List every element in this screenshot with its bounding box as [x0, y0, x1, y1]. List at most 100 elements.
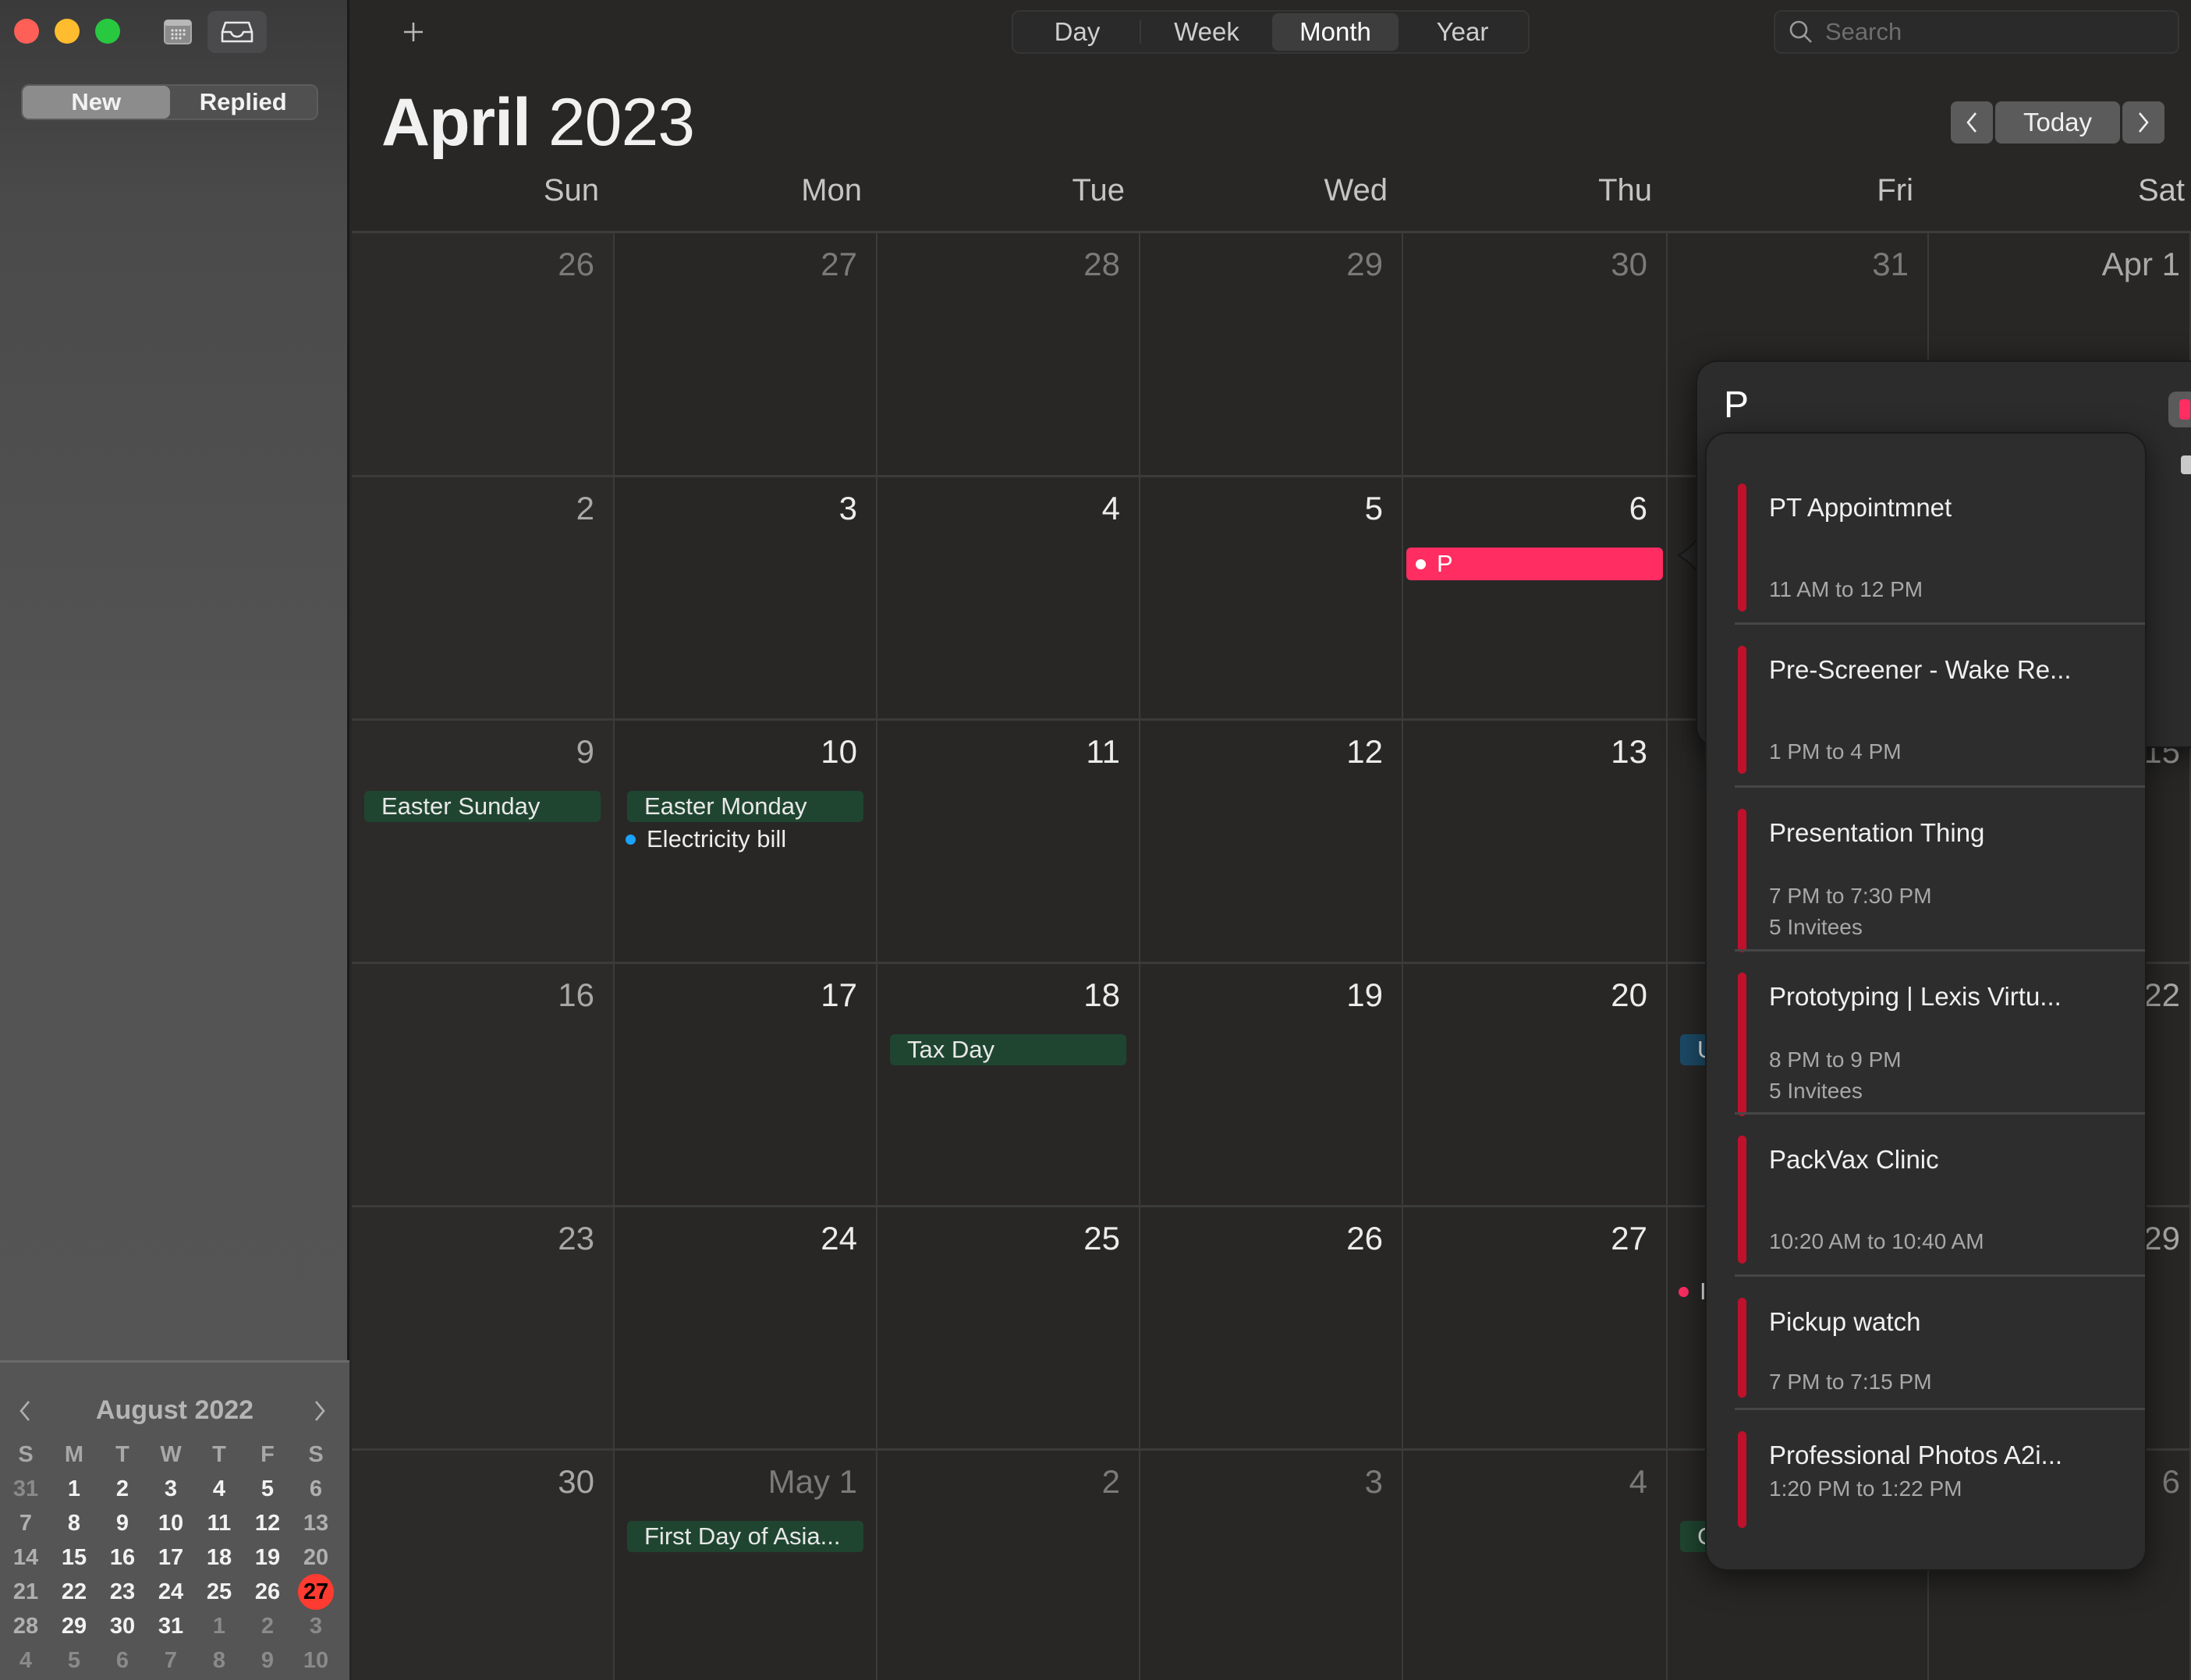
day-cell[interactable]: 6P	[1403, 477, 1668, 721]
day-cell[interactable]: 16	[352, 964, 615, 1207]
calendar-list-button[interactable]	[148, 11, 207, 53]
view-tab-day[interactable]: Day	[1015, 13, 1140, 51]
selected-new-event[interactable]: P	[1406, 548, 1663, 580]
day-cell[interactable]: 30	[352, 1451, 615, 1680]
day-cell[interactable]: 26	[352, 233, 615, 477]
segment-new[interactable]: New	[23, 86, 170, 119]
all-day-event[interactable]: Easter Monday	[627, 791, 863, 822]
day-cell[interactable]: 18 Tax Day	[877, 964, 1140, 1207]
mini-calendar-day[interactable]: 5	[243, 1472, 292, 1506]
mini-calendar-day[interactable]: 8	[50, 1506, 98, 1540]
mini-calendar-day[interactable]: 1	[195, 1609, 243, 1643]
day-cell[interactable]: 23	[352, 1207, 615, 1451]
mini-calendar-day[interactable]: 6	[98, 1643, 147, 1678]
day-cell[interactable]: 3	[1140, 1451, 1403, 1680]
mini-calendar-day[interactable]: 29	[50, 1609, 98, 1643]
mini-calendar-day[interactable]: 19	[243, 1540, 292, 1575]
event-title-input[interactable]	[1724, 384, 1958, 427]
all-day-event[interactable]: Tax Day	[890, 1034, 1126, 1065]
event-title-field[interactable]	[1724, 384, 1958, 427]
mini-calendar-day[interactable]: 30	[98, 1609, 147, 1643]
day-cell[interactable]: 29	[1140, 233, 1403, 477]
day-cell[interactable]: 17	[615, 964, 877, 1207]
day-cell[interactable]: 10 Easter Monday Electricity bill	[615, 721, 877, 964]
mini-calendar-day[interactable]: 4	[2, 1643, 50, 1678]
mini-calendar-next-button[interactable]	[304, 1394, 335, 1428]
mini-calendar-day[interactable]: 11	[195, 1506, 243, 1540]
all-day-event[interactable]: Easter Sunday	[364, 791, 601, 822]
view-tab-year[interactable]: Year	[1399, 13, 1526, 51]
mini-calendar-day[interactable]: 16	[98, 1540, 147, 1575]
mini-calendar-day[interactable]: 2	[243, 1609, 292, 1643]
mini-calendar-day[interactable]: 24	[147, 1575, 195, 1609]
event-suggestion[interactable]: Presentation Thing 7 PM to 7:30 PM 5 Invit…	[1735, 809, 2145, 952]
day-cell[interactable]: 20	[1403, 964, 1668, 1207]
day-cell[interactable]: 11	[877, 721, 1140, 964]
mini-calendar-day[interactable]: 8	[195, 1643, 243, 1678]
mini-calendar-day[interactable]: 6	[292, 1472, 340, 1506]
calendar-color-picker[interactable]	[2168, 392, 2191, 427]
event-suggestion[interactable]: Pre-Screener - Wake Re... 1 PM to 4 PM	[1735, 646, 2145, 774]
event-suggestion[interactable]: Professional Photos A2i... 1:20 PM to 1:2…	[1735, 1431, 2145, 1528]
mini-calendar-day[interactable]: 1	[50, 1472, 98, 1506]
day-cell[interactable]: 2	[877, 1451, 1140, 1680]
day-cell[interactable]: 3	[615, 477, 877, 721]
mini-calendar-day[interactable]: 25	[195, 1575, 243, 1609]
day-cell[interactable]: 19	[1140, 964, 1403, 1207]
mini-calendar-day[interactable]: 10	[147, 1506, 195, 1540]
mini-calendar-day[interactable]: 7	[2, 1506, 50, 1540]
add-event-button[interactable]	[394, 14, 433, 50]
mini-calendar-day[interactable]: 15	[50, 1540, 98, 1575]
mini-calendar-day[interactable]: 4	[195, 1472, 243, 1506]
mini-calendar-day[interactable]: 2	[98, 1472, 147, 1506]
mini-calendar-day[interactable]: 22	[50, 1575, 98, 1609]
day-cell[interactable]: 5	[1140, 477, 1403, 721]
day-cell[interactable]: 2	[352, 477, 615, 721]
mini-calendar-day[interactable]: 23	[98, 1575, 147, 1609]
mini-calendar-day[interactable]: 9	[243, 1643, 292, 1678]
segment-replied[interactable]: Replied	[170, 86, 317, 119]
mini-calendar-day[interactable]: 26	[243, 1575, 292, 1609]
view-tab-week[interactable]: Week	[1141, 13, 1272, 51]
day-cell[interactable]: 25	[877, 1207, 1140, 1451]
event-suggestion[interactable]: PT Appointmnet 11 AM to 12 PM	[1735, 484, 2145, 611]
inbox-button[interactable]	[207, 11, 267, 53]
next-month-button[interactable]	[2122, 101, 2164, 144]
search-field[interactable]	[1774, 10, 2179, 54]
window-close-button[interactable]	[14, 19, 39, 44]
mini-calendar-day[interactable]: 14	[2, 1540, 50, 1575]
mini-calendar-day[interactable]: 31	[2, 1472, 50, 1506]
day-cell[interactable]: 9 Easter Sunday	[352, 721, 615, 964]
mini-calendar-day[interactable]: 28	[2, 1609, 50, 1643]
mini-calendar-day[interactable]: 13	[292, 1506, 340, 1540]
timed-event[interactable]: Electricity bill	[624, 825, 868, 853]
mini-calendar-day[interactable]: 10	[292, 1643, 340, 1678]
popover-checkbox[interactable]	[2181, 455, 2191, 474]
day-cell[interactable]: 26	[1140, 1207, 1403, 1451]
day-cell[interactable]: 27	[615, 233, 877, 477]
mini-calendar-day[interactable]: 3	[292, 1609, 340, 1643]
view-tab-month[interactable]: Month	[1272, 13, 1399, 51]
day-cell[interactable]: 4	[1403, 1451, 1668, 1680]
mini-calendar-day[interactable]: 3	[147, 1472, 195, 1506]
day-cell[interactable]: 13	[1403, 721, 1668, 964]
today-button[interactable]: Today	[1995, 101, 2120, 144]
mini-calendar-day[interactable]: 20	[292, 1540, 340, 1575]
mini-calendar-day[interactable]: 17	[147, 1540, 195, 1575]
mini-calendar-day[interactable]: 9	[98, 1506, 147, 1540]
mini-calendar-day[interactable]: 18	[195, 1540, 243, 1575]
mini-calendar-day[interactable]: 12	[243, 1506, 292, 1540]
day-cell[interactable]: 4	[877, 477, 1140, 721]
mini-calendar-today[interactable]: 27	[292, 1574, 340, 1610]
previous-month-button[interactable]	[1951, 101, 1993, 144]
window-minimize-button[interactable]	[55, 19, 80, 44]
search-input[interactable]	[1825, 18, 2153, 46]
mini-calendar-day[interactable]: 7	[147, 1643, 195, 1678]
day-cell[interactable]: 28	[877, 233, 1140, 477]
window-zoom-button[interactable]	[95, 19, 120, 44]
day-cell[interactable]: 27	[1403, 1207, 1668, 1451]
mini-calendar-day[interactable]: 5	[50, 1643, 98, 1678]
day-cell[interactable]: 12	[1140, 721, 1403, 964]
day-cell[interactable]: 30	[1403, 233, 1668, 477]
all-day-event[interactable]: First Day of Asia...	[627, 1521, 863, 1552]
